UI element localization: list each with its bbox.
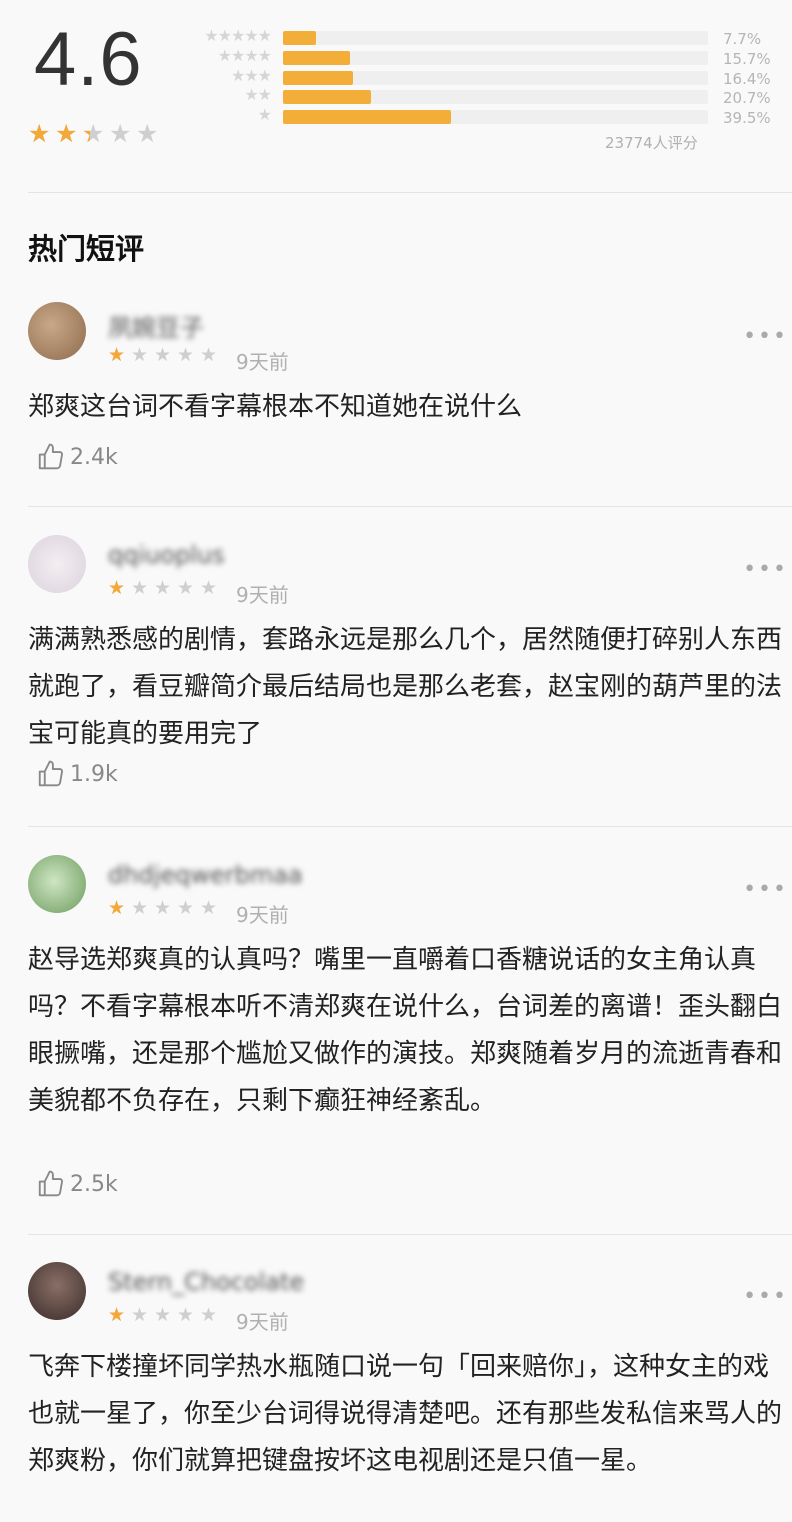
thumbs-up-icon (38, 1170, 63, 1197)
review-star-rating: ★ ★ ★ ★ ★ ★ (108, 346, 223, 365)
review-time: 9天前 (236, 1310, 289, 1334)
divider (28, 826, 792, 827)
star-icon: ★ (131, 344, 149, 366)
like-button[interactable]: 1.9k (36, 759, 118, 789)
distribution-row: ★★★ 16.4% (183, 66, 783, 88)
avatar[interactable] (28, 302, 86, 360)
divider (28, 1234, 792, 1235)
star-icon: ★★ (108, 897, 126, 919)
star-icon: ★ (177, 344, 195, 366)
avatar[interactable] (28, 855, 86, 913)
more-dots-icon[interactable]: ••• (743, 877, 788, 902)
distribution-bar-fill (283, 70, 353, 85)
review-time: 9天前 (236, 903, 289, 927)
review-text: 满满熟悉感的剧情，套路永远是那么几个，居然随便打碎别人东西就跑了，看豆瓣简介最后… (28, 625, 783, 749)
like-button[interactable]: 2.5k (36, 1169, 118, 1199)
more-dots-icon[interactable]: ••• (743, 324, 788, 349)
star-icon: ★★ (108, 577, 126, 599)
distribution-percent: 7.7% (723, 30, 762, 48)
distribution-bar (283, 70, 708, 85)
distribution-bar-fill (283, 50, 350, 65)
star-icon: ★★ (244, 85, 272, 105)
distribution-percent: 15.7% (723, 49, 771, 68)
star-icon: ★ (177, 1304, 195, 1326)
thumbs-up-icon (38, 443, 63, 470)
like-count: 2.5k (70, 1171, 118, 1197)
star-icon: ★ (200, 577, 218, 599)
star-icon: ★ (177, 897, 195, 919)
star-icon: ★★ (108, 344, 126, 366)
star-icon: ★ (200, 897, 218, 919)
distribution-row: ★★ 20.7% (183, 85, 783, 107)
distribution-bar-fill (283, 110, 451, 125)
distribution-bar (283, 50, 708, 65)
distribution-percent: 20.7% (723, 89, 771, 108)
star-icon: ★★★★★ (204, 26, 272, 45)
star-icon: ★ (154, 1304, 172, 1326)
star-icon: ★ (154, 897, 172, 919)
distribution-bar-fill (283, 90, 371, 105)
star-icon: ★ (200, 344, 218, 366)
star-icon: ★ (131, 577, 149, 599)
review-time: 9天前 (236, 350, 289, 374)
review-star-rating: ★ ★ ★ ★ ★ ★ (108, 579, 223, 598)
average-star-rating: ★★★★★★★★ (28, 121, 163, 146)
distribution-row: ★★★★ 15.7% (183, 46, 783, 68)
star-icon: ★★★★ (217, 45, 272, 65)
distribution-bar-fill (283, 31, 316, 45)
review-star-rating: ★ ★ ★ ★ ★ ★ (108, 1306, 223, 1325)
distribution-bar (283, 90, 708, 105)
divider (28, 192, 792, 193)
review-time: 9天前 (236, 583, 289, 607)
review-text: 飞奔下楼撞坏同学热水瓶随口说一句「回来赔你」，这种女主的戏也就一星了，你至少台词… (28, 1352, 783, 1476)
distribution-bar (283, 110, 708, 125)
like-count: 1.9k (70, 761, 118, 787)
username[interactable]: Stern_Chocolate (108, 1268, 304, 1296)
rating-summary: 4.6 ★★★★★★★★ ★★★★★7.7%★★★★15.7%★★★16.4%★… (0, 0, 792, 192)
star-icon: ★★ (82, 119, 105, 148)
star-icon: ★ (200, 1304, 218, 1326)
star-icon: ★★★ (230, 65, 272, 85)
username[interactable]: 夙婉豆子 (108, 308, 204, 343)
username[interactable]: dhdjeqwerbmaa (108, 861, 303, 889)
divider (28, 506, 792, 507)
thumbs-up-icon (38, 760, 63, 787)
distribution-row: ★★★★★ 7.7% (183, 26, 783, 48)
star-icon: ★ (154, 344, 172, 366)
review-text: 郑爽这台词不看字幕根本不知道她在说什么 (28, 392, 523, 422)
star-icon: ★ (177, 577, 195, 599)
average-score: 4.6 (34, 17, 143, 102)
more-dots-icon[interactable]: ••• (743, 1284, 788, 1309)
avatar[interactable] (28, 1262, 86, 1320)
like-count: 2.4k (70, 444, 118, 470)
avatar[interactable] (28, 535, 86, 593)
section-title: 热门短评 (28, 232, 145, 266)
more-dots-icon[interactable]: ••• (743, 557, 788, 582)
star-icon: ★ (109, 119, 132, 148)
distribution-bar (283, 31, 708, 45)
rating-count: 23774人评分 (605, 134, 698, 152)
distribution-percent: 16.4% (723, 69, 771, 88)
like-button[interactable]: 2.4k (36, 442, 118, 472)
review-star-rating: ★ ★ ★ ★ ★ ★ (108, 899, 223, 918)
username[interactable]: qqiuoplus (108, 541, 225, 569)
star-icon: ★★ (108, 1304, 126, 1326)
distribution-row: ★ 39.5% (183, 105, 783, 127)
star-icon: ★★ (55, 119, 78, 148)
star-icon: ★ (154, 577, 172, 599)
star-icon: ★ (131, 1304, 149, 1326)
distribution-percent: 39.5% (723, 109, 771, 128)
review-text: 赵导选郑爽真的认真吗？嘴里一直嚼着口香糖说话的女主角认真吗？不看字幕根本听不清郑… (28, 945, 783, 1116)
star-icon: ★ (131, 897, 149, 919)
star-icon: ★ (257, 105, 272, 125)
star-icon: ★★ (28, 119, 51, 148)
star-icon: ★ (136, 119, 159, 148)
